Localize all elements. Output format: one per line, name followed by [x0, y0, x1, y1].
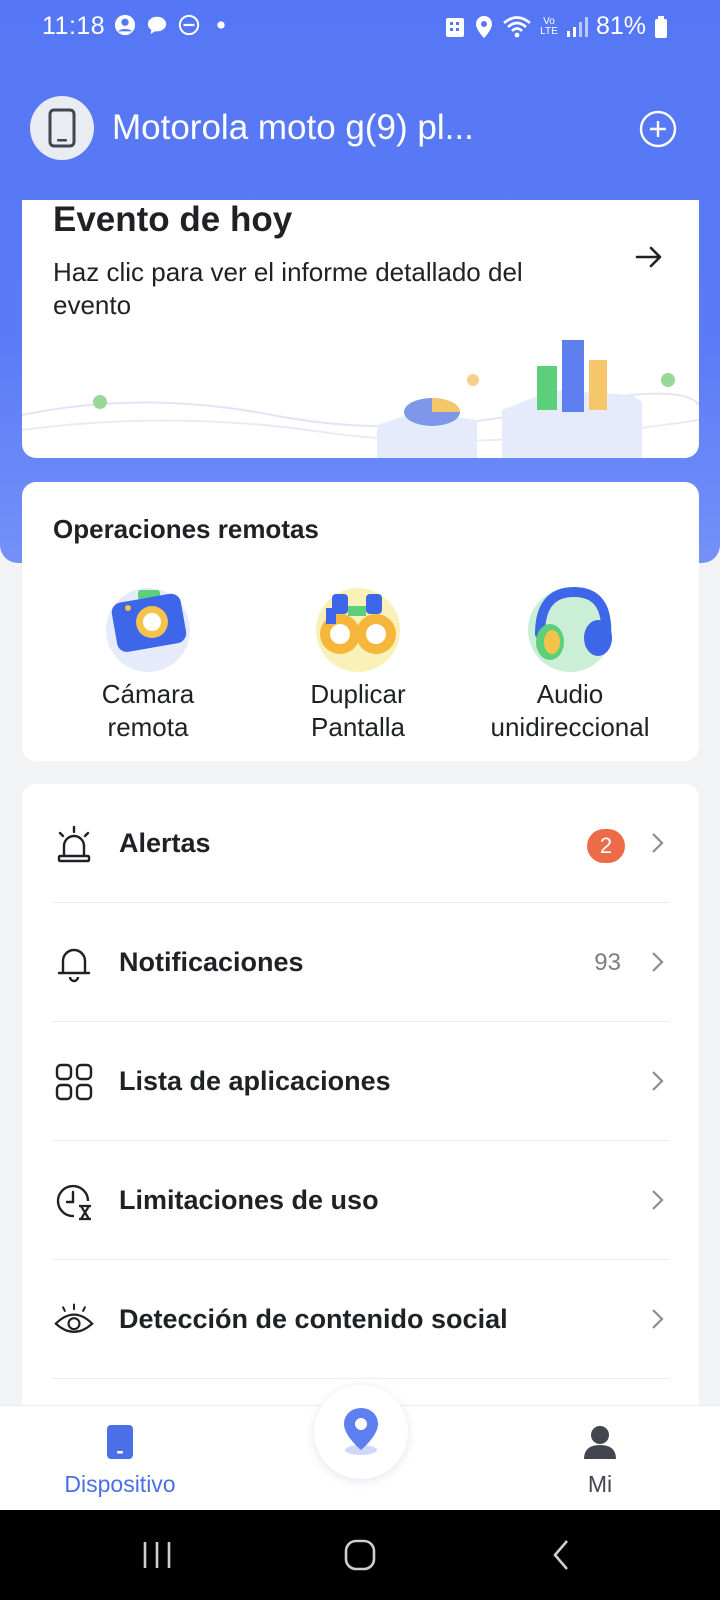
bell-icon — [57, 948, 91, 983]
menu-item-notifications-label: Notificaciones — [119, 947, 304, 977]
menu-item-app-list-label: Lista de aplicaciones — [119, 1066, 391, 1096]
duplicate-screen-button[interactable]: Duplicar Pantalla — [258, 578, 458, 744]
menu-list: Alertas 2 Notificaciones 93 Lista de apl… — [22, 784, 699, 1424]
one-way-audio-label-1: Audio — [536, 679, 604, 709]
signal-icon — [566, 16, 588, 37]
eye-icon — [54, 1303, 94, 1333]
menu-item-social-content-label: Detección de contenido social — [119, 1304, 508, 1334]
device-name: Motorola moto g(9) pl... — [112, 108, 474, 147]
do-not-disturb-icon — [178, 14, 200, 36]
back-icon[interactable] — [550, 1538, 572, 1572]
location-fab[interactable] — [314, 1385, 408, 1479]
status-bar: 11:18 Vo LTE 81% — [0, 0, 720, 52]
remote-camera-label-1: Cámara — [101, 679, 195, 709]
nav-device[interactable]: Dispositivo — [58, 1424, 182, 1498]
binoculars-icon — [316, 588, 400, 672]
location-pin-icon — [344, 1408, 378, 1455]
apps-grid-icon — [55, 1063, 93, 1101]
chevron-right-icon — [652, 833, 664, 853]
battery-icon — [655, 15, 667, 38]
remote-operations-title: Operaciones remotas — [53, 514, 319, 544]
battery-percentage: 81% — [595, 12, 646, 40]
notifications-count: 93 — [594, 949, 621, 976]
nav-me[interactable]: Mi — [560, 1424, 640, 1498]
account-icon — [114, 14, 136, 36]
menu-item-notifications[interactable]: Notificaciones 93 — [52, 903, 669, 1022]
arrow-right-icon[interactable] — [632, 240, 666, 274]
headphones-icon — [528, 586, 612, 672]
report-illustration — [22, 340, 699, 458]
one-way-audio-button[interactable]: Audio unidireccional — [470, 578, 670, 744]
nav-me-label: Mi — [587, 1471, 613, 1497]
event-description: Haz clic para ver el informe detallado d… — [53, 257, 523, 320]
duplicate-screen-label-1: Duplicar — [310, 679, 406, 709]
phone-icon — [48, 108, 76, 148]
status-time: 11:18 — [42, 12, 106, 40]
event-card[interactable]: Evento de hoy Haz clic para ver el infor… — [22, 200, 699, 458]
system-navigation-bar — [0, 1510, 720, 1600]
chat-icon — [147, 16, 167, 35]
event-title: Evento de hoy — [53, 200, 293, 239]
chevron-right-icon — [652, 1190, 664, 1210]
status-left-icons — [114, 14, 232, 36]
wifi-icon — [503, 15, 531, 37]
person-icon — [584, 1426, 616, 1459]
chevron-right-icon — [652, 1309, 664, 1329]
device-selector[interactable]: Motorola moto g(9) pl... — [30, 96, 695, 160]
recent-apps-icon[interactable] — [140, 1540, 174, 1570]
remote-camera-label-2: remota — [107, 712, 189, 742]
add-device-icon[interactable] — [639, 110, 677, 148]
duplicate-screen-label-2: Pantalla — [311, 712, 405, 742]
chevron-right-icon — [652, 1071, 664, 1091]
menu-item-alerts[interactable]: Alertas 2 — [52, 784, 669, 903]
menu-item-usage-limits-label: Limitaciones de uso — [119, 1185, 379, 1215]
dot-icon — [217, 21, 225, 29]
remote-camera-button[interactable]: Cámara remota — [48, 578, 248, 744]
clock-hourglass-icon — [56, 1184, 91, 1221]
remote-operations-card: Operaciones remotas Cámara remota Duplic… — [22, 482, 699, 761]
home-icon[interactable] — [343, 1538, 377, 1572]
menu-item-app-list[interactable]: Lista de aplicaciones — [52, 1022, 669, 1141]
camera-icon — [106, 588, 190, 672]
alarm-icon — [57, 825, 91, 863]
one-way-audio-label-2: unidireccional — [490, 712, 650, 742]
device-avatar — [30, 96, 94, 160]
chevron-right-icon — [652, 952, 664, 972]
building-icon — [445, 17, 464, 37]
location-status-icon — [475, 15, 492, 38]
menu-item-social-content[interactable]: Detección de contenido social — [52, 1260, 669, 1379]
alerts-badge: 2 — [587, 829, 625, 863]
device-tab-icon — [107, 1425, 133, 1459]
volte-label: Vo LTE — [540, 15, 558, 37]
status-right: Vo LTE 81% — [444, 12, 668, 41]
menu-item-usage-limits[interactable]: Limitaciones de uso — [52, 1141, 669, 1260]
menu-item-alerts-label: Alertas — [119, 828, 211, 858]
nav-device-label: Dispositivo — [64, 1471, 176, 1497]
